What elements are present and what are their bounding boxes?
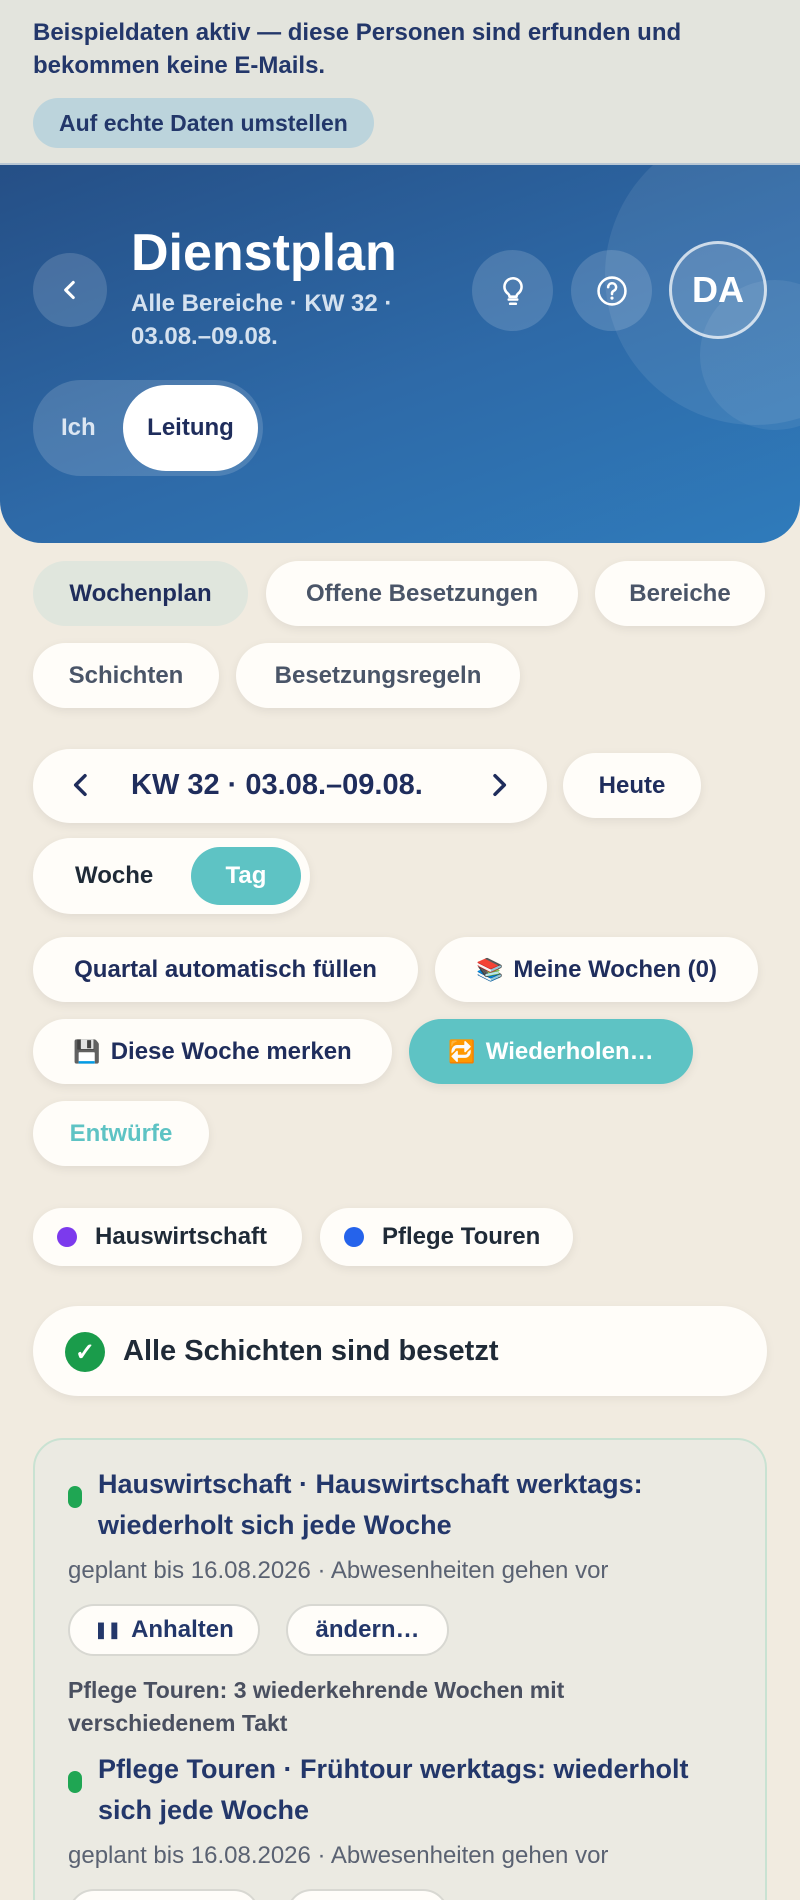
- pause-button[interactable]: ❚❚ Anhalten: [68, 1604, 260, 1656]
- status-dot: [68, 1771, 82, 1793]
- tab-schichten[interactable]: Schichten: [33, 643, 219, 708]
- role-option-leitung[interactable]: Leitung: [123, 385, 258, 471]
- lightbulb-icon: [502, 276, 523, 305]
- save-week-label: Diese Woche merken: [110, 1037, 352, 1065]
- check-icon: ✓: [65, 1332, 105, 1372]
- view-option-woche[interactable]: Woche: [75, 862, 153, 890]
- area-chip-label: Hauswirtschaft: [95, 1223, 268, 1250]
- help-button[interactable]: [571, 250, 652, 331]
- chevron-left-icon: [73, 773, 87, 797]
- switch-to-real-data-button[interactable]: Auf echte Daten umstellen: [33, 98, 374, 148]
- question-circle-icon: [596, 275, 627, 306]
- demo-data-notice: Beispieldaten aktiv — diese Personen sin…: [33, 19, 682, 79]
- fill-quarter-button[interactable]: Quartal automatisch füllen: [33, 937, 418, 1002]
- recurring-item-subtitle: geplant bis 16.08.2026 · Abwesenheiten g…: [68, 1842, 609, 1869]
- role-option-ich[interactable]: Ich: [61, 414, 96, 442]
- recurring-item-title: Pflege Touren · Frühtour werktags: wiede…: [98, 1754, 689, 1825]
- pause-button[interactable]: [68, 1889, 260, 1900]
- drafts-button[interactable]: Entwürfe: [33, 1101, 209, 1166]
- back-button[interactable]: [33, 253, 107, 327]
- week-label: KW 32 · 03.08.–09.08.: [131, 769, 423, 801]
- recurring-note: Pflege Touren: 3 wiederkehrende Wochen m…: [68, 1677, 565, 1736]
- demo-data-banner: Beispieldaten aktiv — diese Personen sin…: [0, 0, 800, 165]
- pause-icon: ❚❚: [94, 1622, 122, 1639]
- books-icon: 📚: [476, 956, 504, 982]
- area-chip-label: Pflege Touren: [382, 1223, 541, 1250]
- staffing-status: ✓ Alle Schichten sind besetzt: [33, 1306, 767, 1396]
- today-button[interactable]: Heute: [563, 753, 701, 818]
- floppy-disk-icon: 💾: [73, 1038, 101, 1064]
- area-chip-hauswirtschaft[interactable]: Hauswirtschaft: [33, 1208, 302, 1266]
- repeat-button[interactable]: 🔁 Wiederholen…: [409, 1019, 693, 1084]
- area-color-dot: [344, 1227, 364, 1247]
- user-avatar[interactable]: DA: [669, 241, 767, 339]
- previous-week-button[interactable]: [65, 769, 97, 806]
- view-toggle: Woche Tag: [33, 838, 310, 914]
- week-navigator: KW 32 · 03.08.–09.08.: [33, 749, 547, 823]
- save-week-button[interactable]: 💾 Diese Woche merken: [33, 1019, 392, 1084]
- tips-button[interactable]: [472, 250, 553, 331]
- area-chip-pflege-touren[interactable]: Pflege Touren: [320, 1208, 573, 1266]
- repeat-label: Wiederholen…: [485, 1037, 654, 1065]
- area-color-dot: [57, 1227, 77, 1247]
- staffing-status-text: Alle Schichten sind besetzt: [123, 1335, 499, 1367]
- recurring-weeks-panel: Hauswirtschaft · Hauswirtschaft werktags…: [33, 1438, 767, 1900]
- page-title: Dienstplan: [131, 224, 397, 282]
- recurring-item: Hauswirtschaft · Hauswirtschaft werktags…: [68, 1464, 728, 1554]
- my-weeks-button[interactable]: 📚 Meine Wochen (0): [435, 937, 758, 1002]
- edit-button[interactable]: ändern…: [286, 1604, 449, 1656]
- recurring-item-subtitle: geplant bis 16.08.2026 · Abwesenheiten g…: [68, 1557, 609, 1584]
- next-week-button[interactable]: [483, 769, 515, 806]
- view-option-tag[interactable]: Tag: [191, 847, 301, 905]
- tab-bereiche[interactable]: Bereiche: [595, 561, 765, 626]
- my-weeks-label: Meine Wochen (0): [513, 955, 717, 983]
- repeat-icon: 🔁: [448, 1038, 476, 1064]
- tab-besetzungsregeln[interactable]: Besetzungsregeln: [236, 643, 520, 708]
- status-dot: [68, 1486, 82, 1508]
- page-header: Dienstplan Alle Bereiche · KW 32 · 03.08…: [0, 165, 800, 543]
- chevron-right-icon: [493, 773, 507, 797]
- recurring-item: Pflege Touren · Frühtour werktags: wiede…: [68, 1749, 728, 1839]
- page-subtitle: Alle Bereiche · KW 32 · 03.08.–09.08.: [131, 290, 393, 350]
- role-toggle: Ich Leitung: [33, 380, 263, 476]
- tab-offene-besetzungen[interactable]: Offene Besetzungen: [266, 561, 578, 626]
- recurring-item-title: Hauswirtschaft · Hauswirtschaft werktags…: [98, 1469, 643, 1540]
- tab-wochenplan[interactable]: Wochenplan: [33, 561, 248, 626]
- pause-label: Anhalten: [131, 1616, 234, 1643]
- edit-button[interactable]: [286, 1889, 449, 1900]
- chevron-left-icon: [64, 280, 75, 300]
